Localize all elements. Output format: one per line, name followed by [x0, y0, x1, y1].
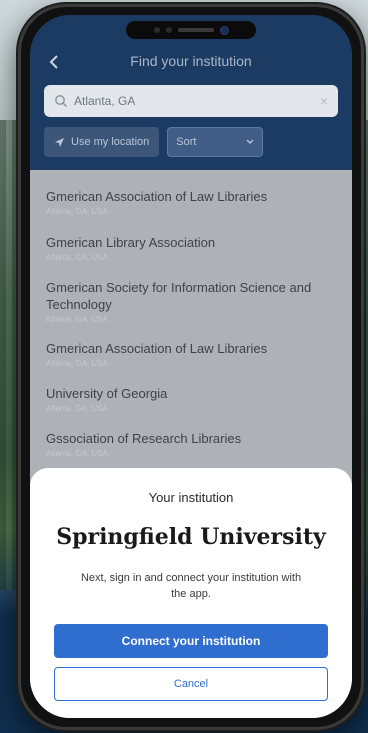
list-item[interactable]: Gmerican Library Association Atlanta, GA… — [46, 234, 336, 262]
institution-location: Atlanta, GA, USA — [46, 359, 108, 368]
phone-frame: Find your institution × Use my location — [18, 4, 364, 730]
list-item[interactable]: University of Georgia Atlanta, GA, USA — [46, 385, 336, 413]
institution-location: Atlanta, GA, USA — [46, 315, 108, 324]
institution-location: Atlanta, GA, USA — [46, 253, 108, 262]
institution-title: Springfield University — [56, 524, 326, 550]
use-my-location-label: Use my location — [71, 136, 150, 148]
sensor-dot — [165, 27, 172, 33]
use-my-location-button[interactable]: Use my location — [44, 127, 160, 157]
connect-institution-button[interactable]: Connect your institution — [54, 624, 328, 658]
institution-name: Gmerican Association of Law Libraries — [46, 189, 268, 204]
cancel-button[interactable]: Cancel — [54, 667, 328, 701]
sort-label: Sort — [176, 136, 197, 148]
institution-location: Atlanta, GA, USA — [46, 404, 108, 413]
sort-dropdown[interactable]: Sort — [167, 127, 264, 157]
search-controls: Use my location Sort — [44, 127, 338, 157]
institution-location: Atlanta, GA, USA — [46, 449, 108, 458]
institution-name: Gmerican Association of Law Libraries — [46, 341, 268, 356]
list-item[interactable]: Gssociation of Research Libraries Atlant… — [46, 430, 336, 458]
phone-notch — [126, 21, 256, 39]
institution-name: Gmerican Library Association — [46, 235, 216, 250]
page-title: Find your institution — [130, 53, 252, 69]
sensor-dot — [153, 27, 160, 33]
list-item[interactable]: Gmerican Association of Law Libraries At… — [46, 340, 336, 368]
list-item[interactable]: Gmerican Society for Information Science… — [46, 279, 336, 324]
list-item[interactable]: Gmerican Association of Law Libraries At… — [46, 188, 336, 216]
institution-name: University of Georgia — [46, 386, 168, 401]
sheet-label: Your institution — [148, 490, 234, 505]
sheet-description: Next, sign in and connect your instituti… — [80, 572, 302, 600]
institution-bottom-sheet: Your institution Springfield University … — [30, 468, 352, 718]
institution-location: Atlanta, GA, USA — [46, 207, 108, 216]
phone-screen: Find your institution × Use my location — [30, 15, 352, 718]
chevron-down-icon — [246, 139, 254, 144]
institution-name: Gssociation of Research Libraries — [46, 431, 242, 446]
search-bar[interactable]: × — [44, 85, 338, 117]
search-icon — [55, 95, 68, 108]
clear-icon[interactable]: × — [320, 93, 328, 109]
navigation-arrow-icon — [55, 137, 64, 147]
title-row: Find your institution — [30, 49, 352, 77]
institution-name: Gmerican Society for Information Science… — [46, 280, 312, 312]
speaker-grille — [177, 28, 214, 32]
camera-icon — [219, 25, 229, 35]
search-input[interactable] — [74, 94, 314, 108]
